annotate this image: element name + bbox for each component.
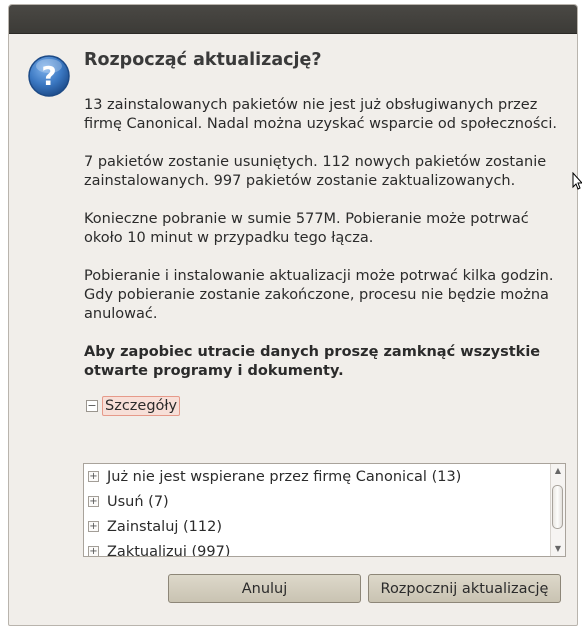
plus-box-icon[interactable]: +	[88, 546, 99, 556]
svg-text:?: ?	[41, 62, 56, 92]
plus-box-icon[interactable]: +	[88, 471, 99, 482]
tree-row-label: Zaktualizuj (997)	[107, 543, 231, 557]
data-loss-warning: Aby zapobiec utracie danych proszę zamkn…	[84, 344, 541, 379]
plus-box-icon[interactable]: +	[88, 521, 99, 532]
plus-box-icon[interactable]: +	[88, 496, 99, 507]
cancel-button[interactable]: Anuluj	[168, 574, 361, 603]
dialog-title: Rozpocząć aktualizację?	[84, 50, 322, 70]
update-dialog: ? Rozpocząć aktualizację? 13 zainstalowa…	[8, 4, 578, 626]
tree-row-label: Zainstaluj (112)	[107, 518, 223, 535]
package-changes-text: 7 pakietów zostanie usuniętych. 112 nowy…	[84, 154, 547, 189]
dialog-content: Rozpocząć aktualizację? 13 zainstalowany…	[84, 49, 564, 424]
tree-row-label: Już nie jest wspierane przez firmę Canon…	[107, 468, 462, 485]
scroll-up-icon[interactable]: ▲	[553, 466, 563, 476]
tree-scrollbar[interactable]: ▲ ▼	[550, 464, 565, 556]
details-tree[interactable]: + Już nie jest wspierane przez firmę Can…	[83, 463, 566, 557]
tree-row-unsupported[interactable]: + Już nie jest wspierane przez firmę Can…	[84, 464, 565, 489]
question-icon: ?	[28, 55, 70, 97]
tree-row-install[interactable]: + Zainstaluj (112)	[84, 514, 565, 539]
download-size-text: Konieczne pobranie w sumie 577M. Pobiera…	[84, 211, 529, 246]
details-expander[interactable]: − Szczegóły	[84, 395, 564, 417]
duration-warning-text: Pobieranie i instalowanie aktualizacji m…	[84, 268, 554, 322]
scrollbar-thumb[interactable]	[552, 485, 563, 529]
scroll-down-icon[interactable]: ▼	[553, 544, 563, 554]
window-titlebar[interactable]	[9, 5, 577, 34]
details-label[interactable]: Szczegóły	[102, 396, 181, 416]
minus-box-icon[interactable]: −	[86, 400, 98, 412]
start-upgrade-button[interactable]: Rozpocznij aktualizację	[368, 574, 561, 603]
tree-row-label: Usuń (7)	[107, 493, 169, 510]
mouse-cursor-icon	[572, 172, 582, 190]
unsupported-packages-text: 13 zainstalowanych pakietów nie jest już…	[84, 97, 558, 132]
tree-row-remove[interactable]: + Usuń (7)	[84, 489, 565, 514]
tree-row-upgrade[interactable]: + Zaktualizuj (997)	[84, 539, 565, 557]
